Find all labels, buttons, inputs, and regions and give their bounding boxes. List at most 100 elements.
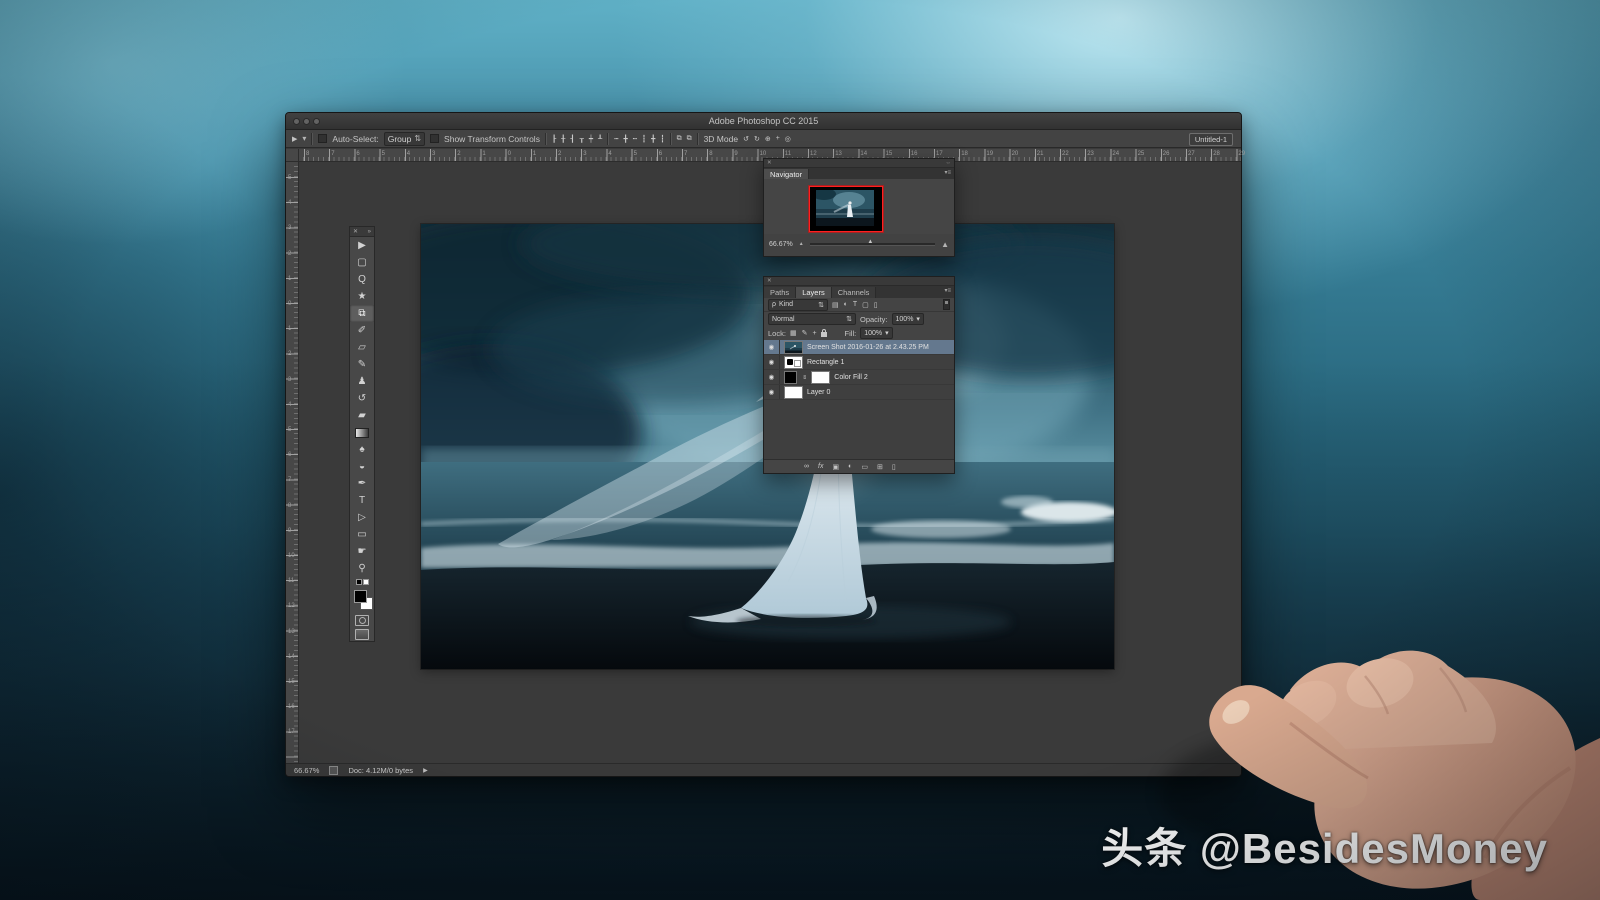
rectangular-marquee-tool[interactable]: ▢ xyxy=(350,254,374,271)
spot-healing-brush-tool[interactable]: ▱ xyxy=(350,339,374,356)
screen-mode-button[interactable] xyxy=(350,627,374,641)
zoom-out-mountain-icon[interactable]: ▲ xyxy=(799,241,804,247)
3d-roll-icon[interactable]: ↻ xyxy=(754,135,760,143)
clone-stamp-tool[interactable]: ♟ xyxy=(350,373,374,390)
visibility-eye-icon[interactable]: ◉ xyxy=(764,370,780,384)
zoom-in-mountain-icon[interactable]: ▲ xyxy=(941,240,949,249)
rectangle-shape-tool[interactable]: ▭ xyxy=(350,526,374,543)
visibility-eye-icon[interactable]: ◉ xyxy=(764,355,780,369)
vertical-ruler[interactable]: 5 4 3 2 1 0 1 2 3 4 5 6 7 8 9 10 11 12 13 14 15 16 17 xyxy=(286,162,299,763)
document-size-info[interactable]: Doc: 4.12M/0 bytes xyxy=(348,766,413,775)
blend-mode-dropdown[interactable]: Normal ⇅ xyxy=(768,313,856,325)
quick-mask-button[interactable] xyxy=(350,613,374,627)
type-tool[interactable]: T xyxy=(350,492,374,509)
visibility-eye-icon[interactable]: ◉ xyxy=(764,340,780,354)
collapse-navigator-icon[interactable]: ⇔ xyxy=(946,160,952,166)
tool-preset-caret-icon[interactable]: ▾ xyxy=(302,134,306,144)
filter-smart-objects-icon[interactable]: ▯ xyxy=(874,301,878,309)
distribute-vertical-centers-icon[interactable]: ╋ xyxy=(623,135,627,143)
lock-image-pixels-icon[interactable]: ✎ xyxy=(802,329,808,337)
status-arrow-icon[interactable]: ▶ xyxy=(423,767,428,774)
magic-wand-tool[interactable]: ★ xyxy=(350,288,374,305)
filter-pixel-layers-icon[interactable]: ▤ xyxy=(832,301,839,309)
layer-row-color-fill[interactable]: ◉ ∞ Color Fill 2 xyxy=(764,370,954,385)
filter-type-dropdown[interactable]: ρ Kind ⇅ xyxy=(768,298,828,311)
distribute-top-edges-icon[interactable]: ┅ xyxy=(614,135,618,143)
link-layers-icon[interactable]: ∞ xyxy=(804,463,809,470)
navigator-zoom-field[interactable]: 66.67% xyxy=(769,241,793,248)
zoom-level-field[interactable]: 66.67% xyxy=(294,766,319,775)
new-adjustment-layer-icon[interactable]: ◐ xyxy=(848,463,852,470)
3d-drag-icon[interactable]: ⊕ xyxy=(765,135,771,143)
default-swap-colors[interactable] xyxy=(350,577,374,587)
collapse-tools-icon[interactable]: » xyxy=(368,229,371,235)
close-navigator-icon[interactable]: ✕ xyxy=(767,160,772,166)
3d-scale-icon[interactable]: ◎ xyxy=(785,135,791,143)
slider-thumb-icon[interactable]: ▲ xyxy=(867,239,873,245)
distribute-right-edges-icon[interactable]: ┇ xyxy=(660,135,664,143)
eyedropper-tool[interactable]: ✐ xyxy=(350,322,374,339)
navigator-zoom-slider[interactable]: ▲ xyxy=(809,239,936,246)
distribute-horizontal-centers-icon[interactable]: ╋ xyxy=(651,135,655,143)
align-vertical-centers-icon[interactable]: ┿ xyxy=(589,135,593,143)
auto-select-checkbox[interactable] xyxy=(318,134,328,143)
add-layer-mask-icon[interactable]: ▣ xyxy=(832,463,839,471)
align-bottom-edges-icon[interactable]: ┸ xyxy=(598,135,602,143)
lock-transparent-pixels-icon[interactable]: ▦ xyxy=(790,329,797,337)
navigator-menu-icon[interactable]: ▾≡ xyxy=(944,169,951,176)
layer-style-icon[interactable]: fx xyxy=(818,463,823,470)
auto-distribute-icon[interactable]: ⧉ xyxy=(687,135,692,143)
brush-tool[interactable]: ✎ xyxy=(350,356,374,373)
crop-tool[interactable]: ⧉ xyxy=(350,305,374,322)
layer-mask-thumbnail[interactable] xyxy=(811,370,831,384)
filter-shape-layers-icon[interactable]: ▢ xyxy=(862,301,869,309)
distribute-bottom-edges-icon[interactable]: ┅ xyxy=(633,135,637,143)
dodge-tool[interactable]: ◒ xyxy=(350,458,374,475)
close-layers-icon[interactable]: ✕ xyxy=(767,278,772,284)
filter-adjustment-layers-icon[interactable]: ◐ xyxy=(844,301,848,308)
delete-layer-icon[interactable]: ▯ xyxy=(892,463,896,471)
3d-slide-icon[interactable]: + xyxy=(776,135,780,142)
layer-thumbnail[interactable] xyxy=(784,385,803,399)
tab-paths[interactable]: Paths xyxy=(764,287,797,298)
lock-position-icon[interactable]: + xyxy=(812,330,816,337)
new-group-icon[interactable]: ▭ xyxy=(861,463,868,471)
pen-tool[interactable]: ✒ xyxy=(350,475,374,492)
tab-layers[interactable]: Layers xyxy=(796,287,832,298)
visibility-eye-icon[interactable]: ◉ xyxy=(764,385,780,399)
opacity-field[interactable]: 100% ▾ xyxy=(891,313,924,325)
filter-type-layers-icon[interactable]: T xyxy=(853,301,857,308)
foreground-color-swatch[interactable] xyxy=(354,590,367,603)
align-top-edges-icon[interactable]: ┰ xyxy=(580,135,584,143)
lasso-tool[interactable]: Q xyxy=(350,271,374,288)
ruler-corner[interactable] xyxy=(286,149,299,162)
new-layer-icon[interactable]: ⊞ xyxy=(877,463,883,471)
tab-channels[interactable]: Channels xyxy=(831,287,877,298)
layer-row-layer0[interactable]: ◉ Layer 0 xyxy=(764,385,954,400)
align-right-edges-icon[interactable]: ┨ xyxy=(570,135,574,143)
path-selection-tool[interactable]: ▷ xyxy=(350,509,374,526)
3d-rotate-icon[interactable]: ↺ xyxy=(743,135,749,143)
gradient-tool[interactable] xyxy=(350,424,374,441)
layer-row-rectangle[interactable]: ◉ Rectangle 1 xyxy=(764,355,954,370)
blur-tool[interactable]: ♠ xyxy=(350,441,374,458)
window-titlebar[interactable]: Adobe Photoshop CC 2015 xyxy=(286,113,1241,130)
fill-layer-thumbnail[interactable] xyxy=(784,370,797,384)
distribute-left-edges-icon[interactable]: ┇ xyxy=(642,135,646,143)
eraser-tool[interactable]: ▰ xyxy=(350,407,374,424)
auto-align-layers-icon[interactable]: ⧉ xyxy=(677,135,682,143)
hand-tool[interactable]: ☛ xyxy=(350,543,374,560)
layer-thumbnail[interactable] xyxy=(784,340,803,354)
history-brush-tool[interactable]: ↺ xyxy=(350,390,374,407)
fill-field[interactable]: 100% ▾ xyxy=(860,327,893,339)
show-transform-checkbox[interactable] xyxy=(430,134,440,143)
layer-row-screenshot[interactable]: ◉ Screen Shot 2016-01-26 at 2.43.25 PM xyxy=(764,340,954,355)
layer-thumbnail[interactable] xyxy=(784,355,803,369)
move-tool-options-icon[interactable]: ▶ xyxy=(292,135,297,143)
auto-select-dropdown[interactable]: Group ⇅ xyxy=(383,131,426,146)
navigator-proxy-view[interactable] xyxy=(809,186,883,232)
align-horizontal-centers-icon[interactable]: ╂ xyxy=(561,135,565,143)
move-tool[interactable]: ▶ xyxy=(350,237,374,254)
filter-toggle-icon[interactable] xyxy=(943,299,950,310)
layers-menu-icon[interactable]: ▾≡ xyxy=(944,287,951,294)
